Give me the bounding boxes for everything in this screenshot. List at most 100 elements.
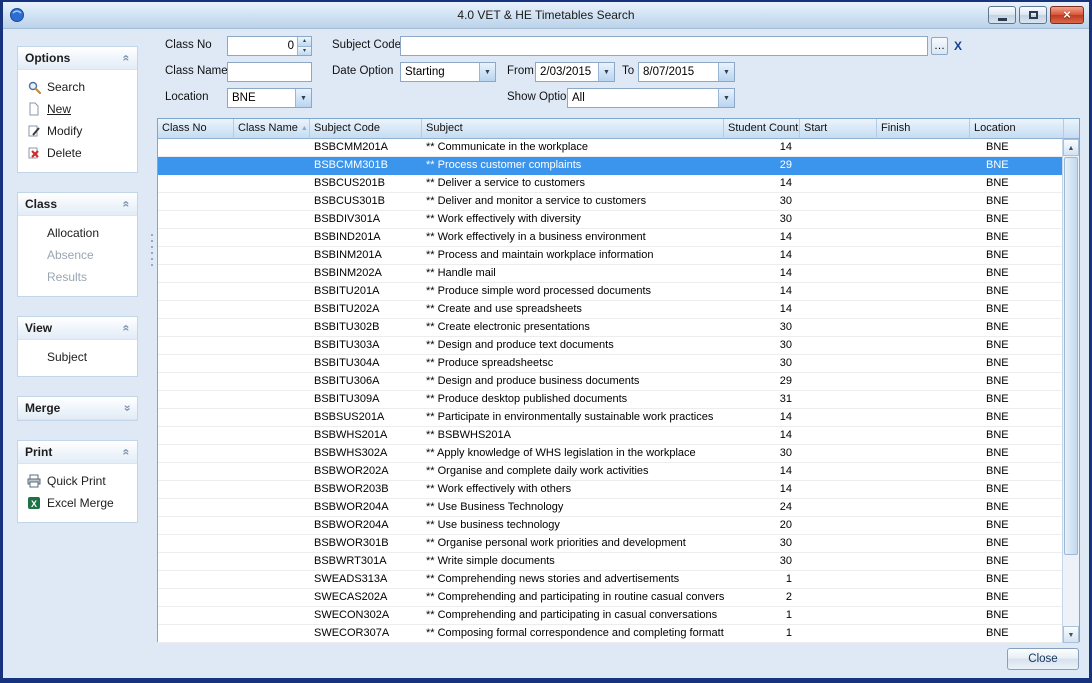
panel-merge-header[interactable]: Merge «: [18, 397, 137, 420]
cell-classno: [158, 481, 234, 498]
sidebar-splitter[interactable]: [149, 234, 155, 298]
cell-classno: [158, 427, 234, 444]
close-window-button[interactable]: ×: [1050, 6, 1084, 24]
table-row[interactable]: BSBINM202A** Handle mail14BNE: [158, 265, 1079, 283]
table-row[interactable]: BSBWOR203B** Work effectively with other…: [158, 481, 1079, 499]
cell-location: BNE: [970, 193, 1064, 210]
table-row[interactable]: BSBINM201A** Process and maintain workpl…: [158, 247, 1079, 265]
column-header-location[interactable]: Location: [970, 119, 1064, 139]
sidebar-item-excel-merge[interactable]: X Excel Merge: [18, 492, 137, 514]
table-row[interactable]: SWECON302A** Comprehending and participa…: [158, 607, 1079, 625]
cell-classno: [158, 499, 234, 516]
from-date-value: 2/03/2015: [536, 63, 598, 81]
cell-location: BNE: [970, 625, 1064, 642]
scroll-up-icon[interactable]: ▲: [1063, 139, 1079, 156]
panel-options-header[interactable]: Options «: [18, 47, 137, 70]
table-row[interactable]: BSBITU302B** Create electronic presentat…: [158, 319, 1079, 337]
table-row[interactable]: BSBCMM201A** Communicate in the workplac…: [158, 139, 1079, 157]
cell-subject: ** Produce spreadsheetsc: [422, 355, 724, 372]
maximize-button[interactable]: [1019, 6, 1047, 24]
vertical-scrollbar[interactable]: ▲ ▼: [1062, 139, 1079, 643]
table-row[interactable]: BSBWRT301A** Write simple documents30BNE: [158, 553, 1079, 571]
table-row[interactable]: BSBITU201A** Produce simple word process…: [158, 283, 1079, 301]
sidebar-item-delete[interactable]: Delete: [18, 142, 137, 164]
column-header-start[interactable]: Start: [800, 119, 877, 139]
scrollbar-thumb[interactable]: [1064, 157, 1078, 555]
spinner-up-icon[interactable]: ▴: [298, 37, 311, 46]
column-header-student-count[interactable]: Student Count: [724, 119, 800, 139]
table-row[interactable]: BSBCUS201B** Deliver a service to custom…: [158, 175, 1079, 193]
table-row[interactable]: SWECAS202A** Comprehending and participa…: [158, 589, 1079, 607]
modify-icon: [27, 124, 41, 138]
table-row[interactable]: BSBWOR204A** Use business technology20BN…: [158, 517, 1079, 535]
table-row[interactable]: BSBWHS302A** Apply knowledge of WHS legi…: [158, 445, 1079, 463]
cell-location: BNE: [970, 463, 1064, 480]
table-row[interactable]: BSBITU309A** Produce desktop published d…: [158, 391, 1079, 409]
cell-subjcode: BSBITU202A: [310, 301, 422, 318]
column-header-subject-code[interactable]: Subject Code: [310, 119, 422, 139]
subject-code-input[interactable]: [400, 36, 928, 56]
table-row[interactable]: SWEADS313A** Comprehending news stories …: [158, 571, 1079, 589]
sidebar-item-label: Modify: [47, 124, 82, 138]
date-option-select[interactable]: Starting ▼: [400, 62, 496, 82]
column-header-class-name[interactable]: Class Name▲: [234, 119, 310, 139]
class-name-input[interactable]: [227, 62, 312, 82]
cell-classname: [234, 283, 310, 300]
column-header-finish[interactable]: Finish: [877, 119, 970, 139]
cell-count: 1: [724, 607, 800, 624]
column-header-subject[interactable]: Subject: [422, 119, 724, 139]
sidebar-item-absence: Absence: [18, 244, 137, 266]
dropdown-arrow-icon[interactable]: ▼: [718, 63, 734, 81]
to-date-select[interactable]: 8/07/2015 ▼: [638, 62, 735, 82]
to-date-value: 8/07/2015: [639, 63, 718, 81]
from-date-select[interactable]: 2/03/2015 ▼: [535, 62, 615, 82]
panel-view-header[interactable]: View «: [18, 317, 137, 340]
dropdown-arrow-icon[interactable]: ▼: [295, 89, 311, 107]
spinner-down-icon[interactable]: ▾: [298, 46, 311, 56]
table-row[interactable]: BSBITU304A** Produce spreadsheetsc30BNE: [158, 355, 1079, 373]
dropdown-arrow-icon[interactable]: ▼: [718, 89, 734, 107]
sidebar-item-subject[interactable]: Subject: [18, 346, 137, 368]
table-row[interactable]: BSBITU303A** Design and produce text doc…: [158, 337, 1079, 355]
collapse-chevron-icon[interactable]: «: [116, 201, 138, 208]
collapse-chevron-icon[interactable]: «: [116, 55, 138, 62]
close-button[interactable]: Close: [1007, 648, 1079, 670]
sidebar-item-modify[interactable]: Modify: [18, 120, 137, 142]
table-row[interactable]: BSBITU306A** Design and produce business…: [158, 373, 1079, 391]
table-row[interactable]: BSBWOR301B** Organise personal work prio…: [158, 535, 1079, 553]
table-row[interactable]: BSBWOR202A** Organise and complete daily…: [158, 463, 1079, 481]
dropdown-arrow-icon[interactable]: ▼: [598, 63, 614, 81]
cell-location: BNE: [970, 139, 1064, 156]
sidebar: Options « Search New Modify Del: [17, 46, 138, 542]
minimize-button[interactable]: [988, 6, 1016, 24]
sidebar-item-search[interactable]: Search: [18, 76, 137, 98]
column-header-class-no[interactable]: Class No: [158, 119, 234, 139]
table-row[interactable]: BSBWHS201A** BSBWHS201A14BNE: [158, 427, 1079, 445]
table-row[interactable]: BSBCUS301B** Deliver and monitor a servi…: [158, 193, 1079, 211]
table-row[interactable]: BSBIND201A** Work effectively in a busin…: [158, 229, 1079, 247]
collapse-chevron-icon[interactable]: «: [116, 449, 138, 456]
table-row[interactable]: BSBITU202A** Create and use spreadsheets…: [158, 301, 1079, 319]
expand-chevron-icon[interactable]: «: [116, 405, 138, 412]
cell-classname: [234, 625, 310, 642]
show-option-select[interactable]: All ▼: [567, 88, 735, 108]
subject-code-lookup-button[interactable]: …: [931, 37, 948, 55]
dropdown-arrow-icon[interactable]: ▼: [479, 63, 495, 81]
location-select[interactable]: BNE ▼: [227, 88, 312, 108]
sidebar-item-new[interactable]: New: [18, 98, 137, 120]
subject-code-clear-button[interactable]: X: [950, 37, 966, 55]
panel-class-header[interactable]: Class «: [18, 193, 137, 216]
table-row[interactable]: BSBDIV301A** Work effectively with diver…: [158, 211, 1079, 229]
collapse-chevron-icon[interactable]: «: [116, 325, 138, 332]
sidebar-item-quick-print[interactable]: Quick Print: [18, 470, 137, 492]
sidebar-item-allocation[interactable]: Allocation: [18, 222, 137, 244]
table-row[interactable]: BSBCMM301B** Process customer complaints…: [158, 157, 1079, 175]
cell-classname: [234, 391, 310, 408]
table-row[interactable]: BSBSUS201A** Participate in environmenta…: [158, 409, 1079, 427]
class-no-input[interactable]: [228, 37, 297, 55]
panel-print-header[interactable]: Print «: [18, 441, 137, 464]
table-row[interactable]: SWECOR307A** Composing formal correspond…: [158, 625, 1079, 643]
table-row[interactable]: BSBWOR204A** Use Business Technology24BN…: [158, 499, 1079, 517]
scroll-down-icon[interactable]: ▼: [1063, 626, 1079, 643]
cell-count: 1: [724, 625, 800, 642]
